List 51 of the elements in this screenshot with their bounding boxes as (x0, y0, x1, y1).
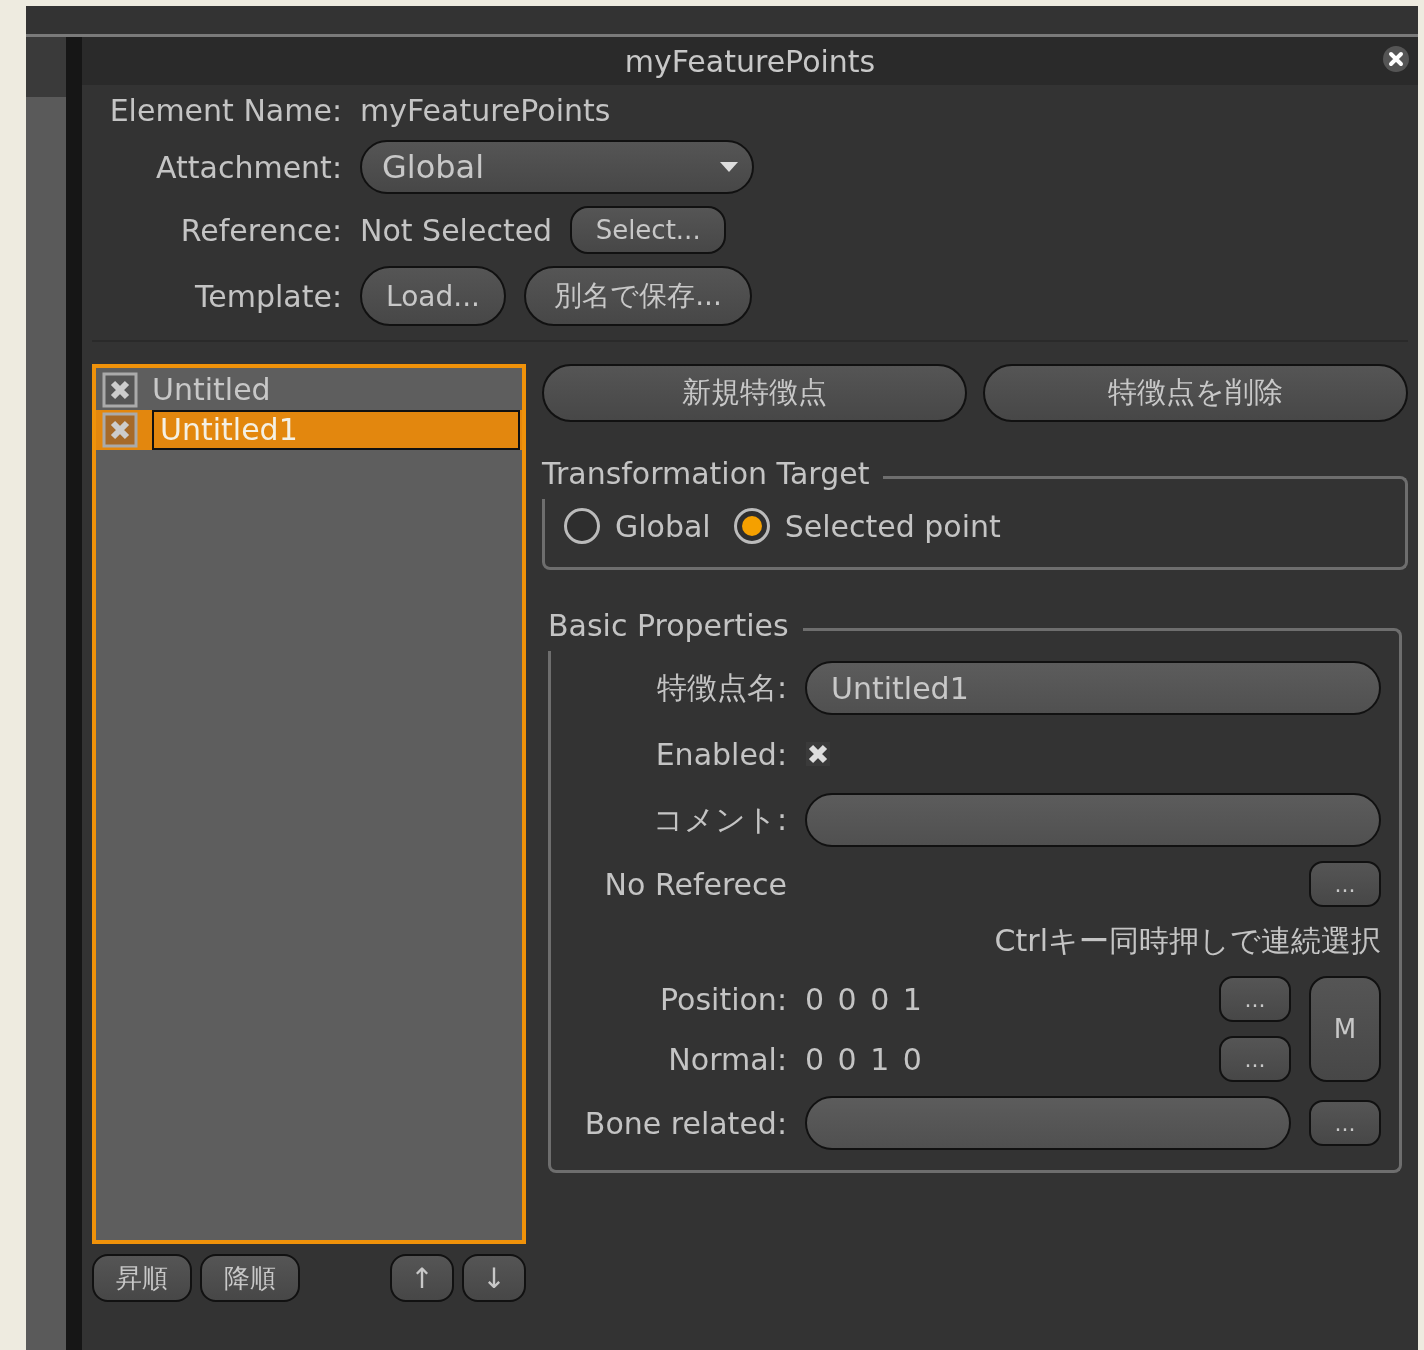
radio-option[interactable]: Selected point (732, 507, 1001, 545)
point-name-field[interactable]: Untitled1 (805, 661, 1381, 715)
bone-related-label: Bone related: (583, 1105, 787, 1141)
window-title: myFeaturePoints (624, 43, 876, 79)
radio-label: Selected point (784, 508, 1001, 544)
position-browse-button[interactable]: ... (1219, 976, 1291, 1022)
sort-ascending-button[interactable]: 昇順 (92, 1254, 192, 1302)
move-up-button[interactable]: ↑ (390, 1254, 454, 1302)
move-down-button[interactable]: ↓ (462, 1254, 526, 1302)
comment-label: コメント: (651, 800, 787, 839)
checkbox[interactable] (102, 372, 138, 408)
comment-field[interactable] (805, 793, 1381, 847)
feature-point-item[interactable]: Untitled (96, 370, 522, 410)
load-button[interactable]: Load... (360, 266, 506, 326)
reference-browse-button[interactable]: ... (1309, 861, 1381, 907)
normal-value: 0 0 1 0 (805, 1041, 925, 1077)
new-point-button[interactable]: 新規特徴点 (542, 364, 967, 422)
position-value: 0 0 0 1 (805, 981, 925, 1017)
dropdown-caret-icon (720, 162, 738, 172)
reference-value: Not Selected (360, 212, 553, 248)
group-title: Basic Properties (548, 608, 789, 643)
m-button[interactable]: M (1309, 976, 1381, 1082)
feature-point-name: Untitled (152, 372, 272, 408)
position-label: Position: (659, 981, 787, 1017)
radio-button[interactable] (563, 507, 601, 545)
normal-label: Normal: (667, 1041, 787, 1077)
side-panel-top (26, 37, 66, 97)
radio-option[interactable]: Global (563, 507, 711, 545)
checkbox[interactable] (102, 412, 138, 448)
group-title: Transformation Target (542, 456, 870, 491)
enabled-checkbox[interactable] (805, 741, 831, 767)
delete-point-button[interactable]: 特徴点を削除 (983, 364, 1408, 422)
attachment-dropdown[interactable]: Global (360, 140, 754, 194)
radio-label: Global (615, 508, 711, 544)
hint-text: Ctrlキー同時押しで連続選択 (993, 922, 1381, 960)
point-name-label: 特徴点名: (655, 668, 787, 707)
normal-browse-button[interactable]: ... (1219, 1036, 1291, 1082)
bone-related-field[interactable] (805, 1096, 1291, 1150)
attachment-label: Attachment: (155, 149, 342, 185)
reference-label: Reference: (179, 212, 342, 248)
sort-descending-button[interactable]: 降順 (200, 1254, 300, 1302)
template-label: Template: (194, 278, 342, 314)
element-name-label: Element Name: (108, 93, 342, 128)
close-icon[interactable] (1382, 45, 1410, 73)
reference-status-label: No Referece (603, 866, 787, 902)
select-button[interactable]: Select... (570, 206, 727, 254)
save-as-button[interactable]: 別名で保存... (524, 266, 752, 326)
radio-button[interactable] (732, 507, 771, 545)
bone-browse-button[interactable]: ... (1309, 1100, 1381, 1146)
enabled-label: Enabled: (654, 736, 787, 772)
element-name-value: myFeaturePoints (360, 93, 612, 128)
